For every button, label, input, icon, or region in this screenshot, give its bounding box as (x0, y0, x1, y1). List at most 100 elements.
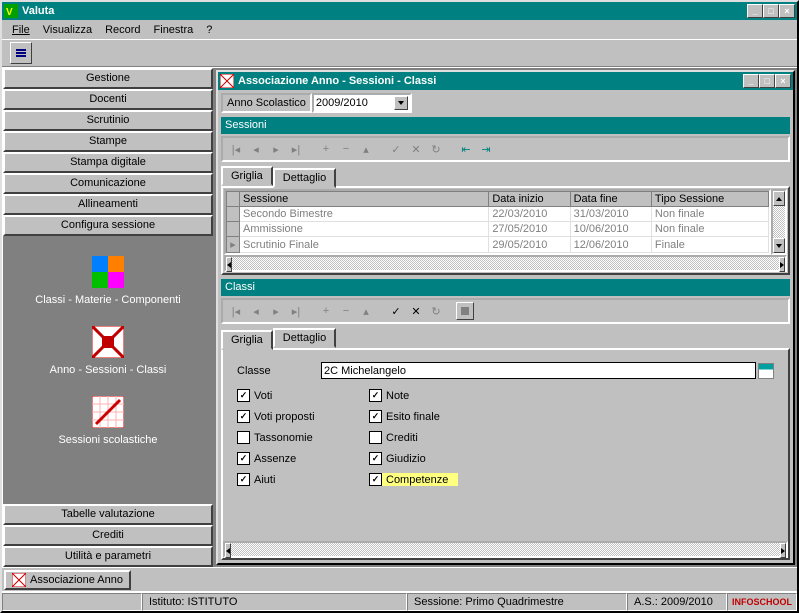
sessioni-scolastiche-icon[interactable] (92, 396, 124, 428)
sidebar-item-tabelle-valutazione[interactable]: Tabelle valutazione (3, 504, 213, 525)
table-row[interactable]: Secondo Bimestre 22/03/2010 31/03/2010 N… (227, 207, 769, 222)
col-data-fine[interactable]: Data fine (570, 192, 651, 207)
indent-left-button[interactable]: ⇤ (456, 140, 476, 158)
status-empty (2, 593, 142, 611)
sessioni-tab-griglia[interactable]: Griglia (221, 166, 273, 186)
sessioni-tab-dettaglio[interactable]: Dettaglio (273, 168, 336, 188)
titlebar[interactable]: V Valuta _ □ × (2, 2, 797, 20)
classi-cancel[interactable]: ✕ (406, 302, 426, 320)
col-tipo-sessione[interactable]: Tipo Sessione (651, 192, 768, 207)
nav-next-button[interactable]: ▸ (266, 140, 286, 158)
panel-label-asc[interactable]: Anno - Sessioni - Classi (50, 364, 167, 390)
sidebar-item-scrutinio[interactable]: Scrutinio (3, 110, 213, 131)
brand-label: INFOSCHOOL (727, 593, 797, 611)
remove-button[interactable]: − (336, 140, 356, 158)
col-data-inizio[interactable]: Data inizio (489, 192, 570, 207)
cb-left-voti[interactable]: Voti (237, 389, 369, 402)
task-tab-associazione-anno[interactable]: Associazione Anno (4, 570, 131, 590)
cb-right-note[interactable]: Note (369, 389, 458, 402)
classi-nav-last[interactable]: ▸| (286, 302, 306, 320)
child-close-button[interactable]: × (775, 74, 791, 88)
year-select[interactable]: 2009/2010 (312, 93, 412, 113)
menu-help[interactable]: ? (200, 22, 218, 38)
sidebar-item-comunicazione[interactable]: Comunicazione (3, 173, 213, 194)
child-minimize-button[interactable]: _ (743, 74, 759, 88)
add-button[interactable]: + (316, 140, 336, 158)
sidebar-item-docenti[interactable]: Docenti (3, 89, 213, 110)
classi-color-button[interactable] (456, 302, 474, 320)
classi-tab-griglia[interactable]: Griglia (221, 330, 273, 350)
sidebar-item-stampa-digitale[interactable]: Stampa digitale (3, 152, 213, 173)
checkbox-icon[interactable] (237, 431, 250, 444)
checkbox-icon[interactable] (237, 452, 250, 465)
edit-button[interactable]: ▴ (356, 140, 376, 158)
checkbox-icon[interactable] (369, 410, 382, 423)
sidebar-item-configura-sessione[interactable]: Configura sessione (3, 215, 213, 236)
classi-hscrollbar[interactable] (223, 541, 788, 558)
child-maximize-button[interactable]: □ (759, 74, 775, 88)
table-row[interactable]: ▸ Scrutinio Finale 29/05/2010 12/06/2010… (227, 237, 769, 253)
checkbox-label: Crediti (386, 432, 418, 444)
menu-visualizza[interactable]: Visualizza (37, 22, 98, 38)
sessioni-hscrollbar[interactable] (224, 255, 787, 272)
classi-nav-first[interactable]: |◂ (226, 302, 246, 320)
sessioni-grid[interactable]: Sessione Data inizio Data fine Tipo Sess… (224, 189, 771, 255)
menu-file[interactable]: File (6, 22, 36, 38)
classi-nav-prev[interactable]: ◂ (246, 302, 266, 320)
anno-sessioni-icon[interactable] (92, 326, 124, 358)
classe-input[interactable]: 2C Michelangelo (321, 362, 756, 379)
col-sessione[interactable]: Sessione (240, 192, 489, 207)
checkbox-icon[interactable] (237, 473, 250, 486)
cb-left-assenze[interactable]: Assenze (237, 452, 369, 465)
indent-right-button[interactable]: ⇥ (476, 140, 496, 158)
sidebar-item-crediti[interactable]: Crediti (3, 525, 213, 546)
checkbox-icon[interactable] (369, 452, 382, 465)
cancel-button[interactable]: ✕ (406, 140, 426, 158)
sessioni-vscrollbar[interactable] (771, 189, 787, 255)
sidebar-item-gestione[interactable]: Gestione (3, 68, 213, 89)
panel-label-ss[interactable]: Sessioni scolastiche (58, 434, 157, 460)
menu-record[interactable]: Record (99, 22, 146, 38)
checkbox-label: Voti (254, 390, 272, 402)
classi-materie-icon[interactable] (92, 256, 124, 288)
confirm-button[interactable]: ✓ (386, 140, 406, 158)
cb-left-voti-proposti[interactable]: Voti proposti (237, 410, 369, 423)
child-title: Associazione Anno - Sessioni - Classi (238, 75, 743, 87)
sidebar-item-utilita[interactable]: Utilità e parametri (3, 546, 213, 567)
sessioni-nav-toolbar: |◂ ◂ ▸ ▸| + − ▴ ✓ ✕ ↻ (221, 136, 790, 162)
classi-edit[interactable]: ▴ (356, 302, 376, 320)
checkbox-icon[interactable] (237, 389, 250, 402)
cb-right-giudizio[interactable]: Giudizio (369, 452, 458, 465)
refresh-button[interactable]: ↻ (426, 140, 446, 158)
cb-left-aiuti[interactable]: Aiuti (237, 473, 369, 486)
classi-confirm[interactable]: ✓ (386, 302, 406, 320)
table-row[interactable]: Ammissione 27/05/2010 10/06/2010 Non fin… (227, 222, 769, 237)
sidebar-item-stampe[interactable]: Stampe (3, 131, 213, 152)
child-titlebar[interactable]: Associazione Anno - Sessioni - Classi _ … (218, 72, 793, 90)
classi-refresh[interactable]: ↻ (426, 302, 446, 320)
cb-right-esito-finale[interactable]: Esito finale (369, 410, 458, 423)
cb-right-crediti[interactable]: Crediti (369, 431, 458, 444)
classi-add[interactable]: + (316, 302, 336, 320)
checkbox-icon[interactable] (369, 389, 382, 402)
calendar-icon[interactable] (758, 363, 774, 379)
close-button[interactable]: × (779, 4, 795, 18)
cb-right-competenze[interactable]: Competenze (369, 473, 458, 486)
minimize-button[interactable]: _ (747, 4, 763, 18)
checkbox-icon[interactable] (369, 431, 382, 444)
cb-left-tassonomie[interactable]: Tassonomie (237, 431, 369, 444)
classi-remove[interactable]: − (336, 302, 356, 320)
nav-first-button[interactable]: |◂ (226, 140, 246, 158)
sidebar-item-allineamenti[interactable]: Allineamenti (3, 194, 213, 215)
classi-nav-next[interactable]: ▸ (266, 302, 286, 320)
checkbox-icon[interactable] (369, 473, 382, 486)
panel-label-cmc[interactable]: Classi - Materie - Componenti (35, 294, 181, 320)
nav-prev-button[interactable]: ◂ (246, 140, 266, 158)
menu-finestra[interactable]: Finestra (148, 22, 200, 38)
checkbox-icon[interactable] (237, 410, 250, 423)
nav-last-button[interactable]: ▸| (286, 140, 306, 158)
list-view-button[interactable] (10, 42, 32, 64)
maximize-button[interactable]: □ (763, 4, 779, 18)
chevron-down-icon[interactable] (394, 96, 408, 110)
classi-tab-dettaglio[interactable]: Dettaglio (273, 328, 336, 348)
